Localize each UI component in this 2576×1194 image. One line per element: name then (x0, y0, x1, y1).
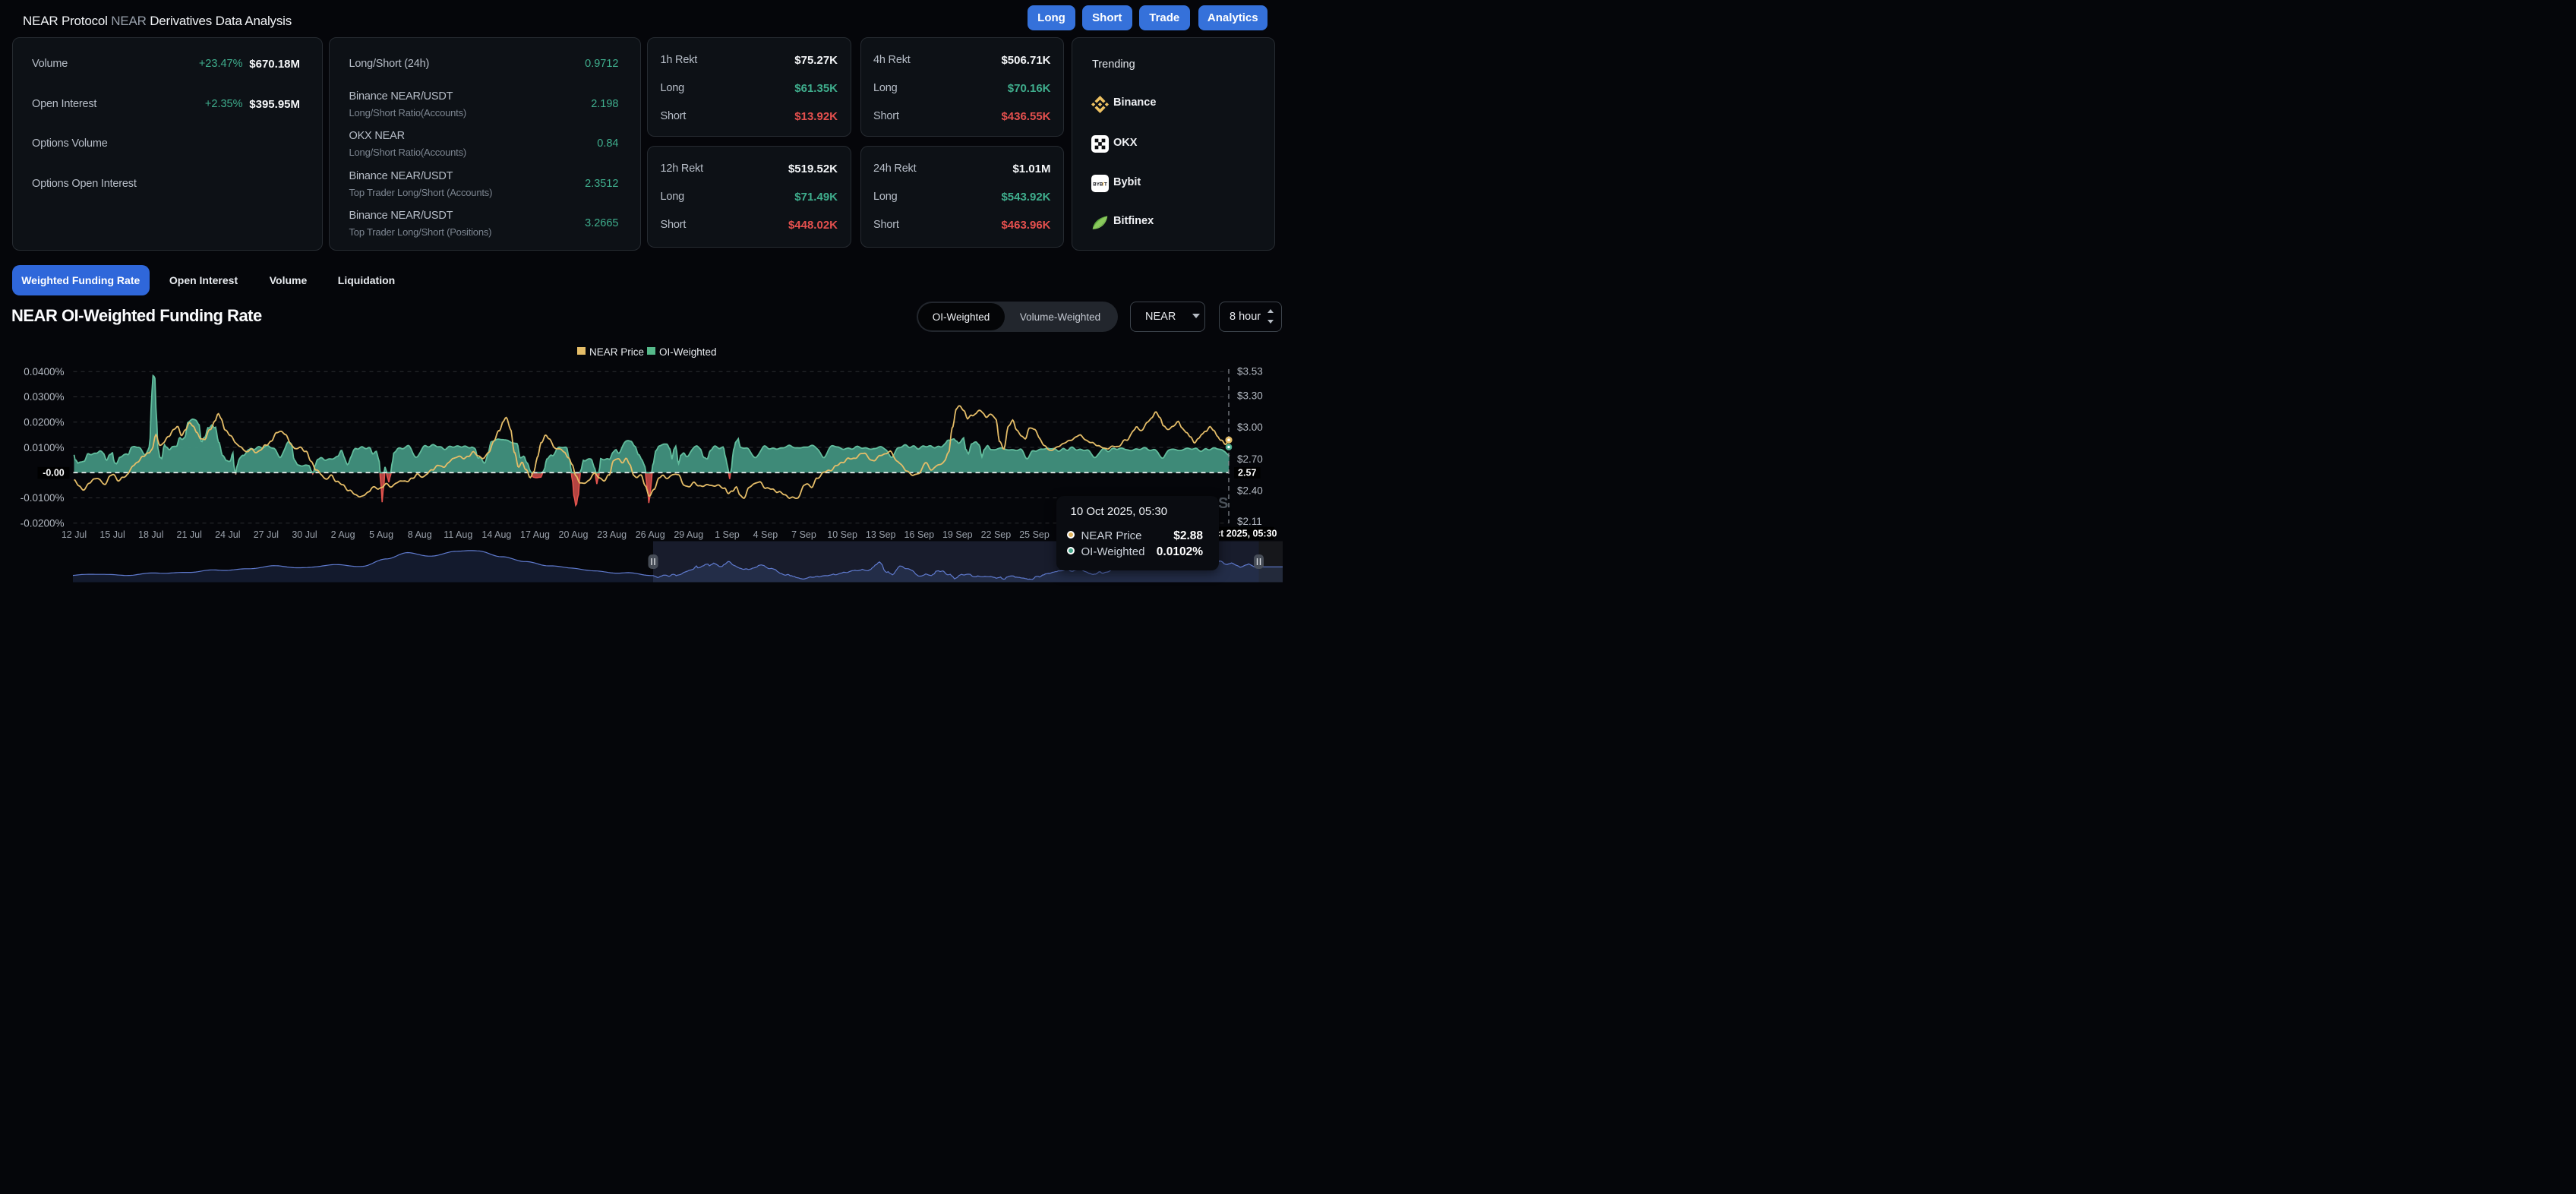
svg-text:$3.30: $3.30 (1237, 390, 1263, 402)
svg-text:2 Aug: 2 Aug (331, 529, 355, 540)
svg-text:27 Jul: 27 Jul (254, 529, 279, 540)
svg-text:12 Jul: 12 Jul (62, 529, 87, 540)
svg-text:-0.0200%: -0.0200% (21, 518, 65, 529)
svg-text:17 Aug: 17 Aug (520, 529, 550, 540)
svg-text:2.57: 2.57 (1238, 468, 1256, 479)
svg-text:-0.0100%: -0.0100% (21, 492, 65, 504)
svg-text:16 Sep: 16 Sep (904, 529, 934, 540)
svg-text:7 Sep: 7 Sep (791, 529, 816, 540)
svg-text:15 Jul: 15 Jul (99, 529, 125, 540)
svg-text:0.0400%: 0.0400% (24, 366, 64, 377)
svg-text:5 Aug: 5 Aug (369, 529, 393, 540)
svg-text:1 Sep: 1 Sep (715, 529, 740, 540)
svg-text:$2.40: $2.40 (1237, 485, 1263, 497)
svg-text:$3.00: $3.00 (1237, 422, 1263, 433)
svg-text:18 Jul: 18 Jul (138, 529, 163, 540)
svg-text:0.0200%: 0.0200% (24, 417, 64, 428)
svg-text:25 Sep: 25 Sep (1019, 529, 1050, 540)
svg-text:26 Aug: 26 Aug (636, 529, 665, 540)
svg-text:$2.11: $2.11 (1237, 516, 1262, 527)
svg-text:0.0300%: 0.0300% (24, 391, 64, 403)
svg-text:0.0100%: 0.0100% (24, 442, 64, 453)
svg-text:$2.70: $2.70 (1237, 453, 1263, 465)
svg-text:$3.53: $3.53 (1237, 366, 1263, 377)
svg-text:24 Jul: 24 Jul (215, 529, 240, 540)
svg-text:30 Jul: 30 Jul (292, 529, 317, 540)
svg-text:21 Jul: 21 Jul (177, 529, 202, 540)
svg-text:23 Aug: 23 Aug (597, 529, 627, 540)
svg-text:19 Sep: 19 Sep (942, 529, 973, 540)
svg-text:-0.00: -0.00 (43, 468, 65, 479)
svg-text:4 Sep: 4 Sep (753, 529, 778, 540)
svg-text:10 Sep: 10 Sep (827, 529, 857, 540)
svg-text:14 Aug: 14 Aug (481, 529, 511, 540)
svg-text:S: S (1218, 495, 1228, 512)
svg-text:20 Aug: 20 Aug (559, 529, 589, 540)
svg-text:8 Aug: 8 Aug (408, 529, 432, 540)
svg-text:13 Sep: 13 Sep (866, 529, 896, 540)
svg-text:29 Aug: 29 Aug (674, 529, 703, 540)
svg-text:22 Sep: 22 Sep (981, 529, 1012, 540)
svg-text:11 Aug: 11 Aug (444, 529, 472, 540)
